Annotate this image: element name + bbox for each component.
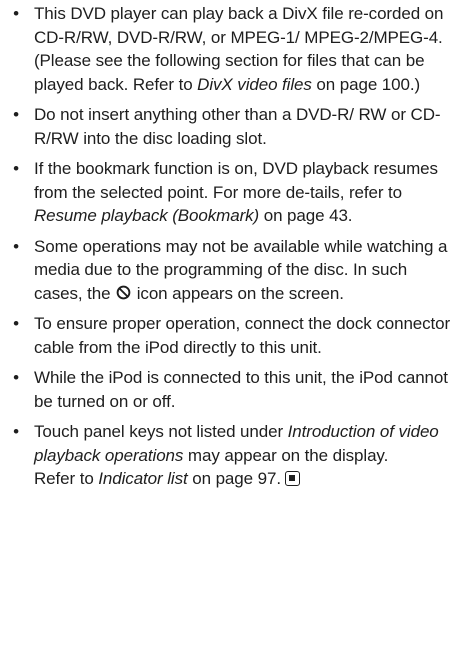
bullet-item: • This DVD player can play back a DivX fi… <box>10 2 452 96</box>
bullet-marker: • <box>13 314 19 333</box>
bullet-marker: • <box>13 105 19 124</box>
bullet-item: • Touch panel keys not listed under Intro… <box>10 420 452 491</box>
bullet-item: • While the iPod is connected to this uni… <box>10 366 452 413</box>
cross-reference-text: Resume playback (Bookmark) <box>34 206 260 225</box>
bullet-text: Do not insert anything other than a DVD-… <box>34 105 441 148</box>
bullet-item: • To ensure proper operation, connect the… <box>10 312 452 359</box>
body-text: may appear on the display. <box>183 445 389 465</box>
cross-reference-text: Indicator list <box>98 469 188 488</box>
manual-page: • This DVD player can play back a DivX fi… <box>0 0 458 669</box>
prohibited-icon <box>116 285 131 299</box>
bullet-text: If the bookmark function is on, DVD play… <box>34 159 438 225</box>
body-text: on page 100.) <box>311 74 421 94</box>
bullet-marker: • <box>13 159 19 178</box>
body-text: on page 43. <box>259 206 353 225</box>
bullet-item: • Do not insert anything other than a DVD… <box>10 103 452 150</box>
notes-bullet-list: • This DVD player can play back a DivX fi… <box>10 2 452 498</box>
bullet-text: This DVD player can play back a DivX fil… <box>34 4 443 94</box>
bullet-subline: Refer to Indicator list on page 97. <box>34 467 452 491</box>
bullet-marker: • <box>13 4 19 23</box>
body-text: To ensure proper operation, connect the … <box>34 314 451 357</box>
cross-reference-text: DivX video files <box>197 74 312 94</box>
body-text: Refer to <box>34 469 99 488</box>
bullet-text: Some operations may not be available whi… <box>34 237 447 303</box>
bullet-text: Touch panel keys not listed under Introd… <box>34 422 439 465</box>
bullet-item: • If the bookmark function is on, DVD pla… <box>10 157 452 228</box>
bullet-text: To ensure proper operation, connect the … <box>34 314 450 357</box>
bullet-item: • Some operations may not be available wh… <box>10 235 452 306</box>
body-text: If the bookmark function is on, DVD play… <box>34 159 438 202</box>
bullet-marker: • <box>13 236 19 256</box>
body-text: Touch panel keys not listed under <box>34 422 288 441</box>
body-text: While the iPod is connected to this unit… <box>34 368 448 411</box>
end-of-section-icon <box>284 471 300 486</box>
body-text: icon appears on the screen. <box>132 283 344 303</box>
bullet-text: While the iPod is connected to this unit… <box>34 368 448 411</box>
bullet-marker: • <box>13 422 19 441</box>
body-text: Do not insert anything other than a DVD-… <box>34 105 441 148</box>
body-text: on page 97. <box>187 469 281 488</box>
bullet-marker: • <box>13 368 19 387</box>
